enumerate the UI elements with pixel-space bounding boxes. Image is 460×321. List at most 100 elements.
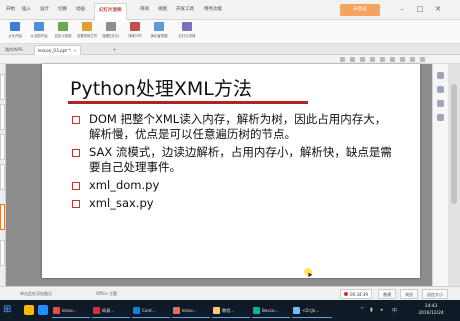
tab-special[interactable]: 特色功能 [204,6,222,12]
rehearse-timing-button[interactable]: 排练计时 [124,22,146,42]
taskbar-item[interactable]: 教程... [212,303,250,318]
doc-tab-lesson[interactable]: lesson_03.ppt * ✕ [34,45,81,55]
tray-chevron-icon[interactable]: ^ [360,307,364,313]
slide-thumbnail[interactable] [0,74,5,100]
slide-thumbnail[interactable] [0,164,5,190]
app-icon [253,307,260,314]
close-icon[interactable]: ✕ [432,4,444,15]
tab-transition[interactable]: 切换 [58,6,67,12]
quick-tool-icon[interactable] [380,57,385,62]
system-clock[interactable]: 14:43 2016/12/24 [414,303,448,317]
settings-icon [82,22,92,31]
fit-size-button[interactable]: 适应大小 [422,289,448,299]
file-explorer-icon[interactable] [24,305,34,315]
side-tool-icon[interactable] [437,86,444,93]
tab-animation[interactable]: 动画 [76,6,85,12]
square-bullet-icon [72,200,80,208]
quick-tool-icon[interactable] [410,57,415,62]
quick-tool-icon[interactable] [370,57,375,62]
tab-insert[interactable]: 插入 [22,6,31,12]
minimize-icon[interactable]: – [396,4,408,15]
volume-icon[interactable]: ◂ [380,307,383,313]
tool-label: 演示者视图 [150,34,168,38]
taskbar-item[interactable]: Cont... [132,303,170,318]
bullet-item[interactable]: xml_dom.py [72,178,392,193]
vertical-scrollbar[interactable] [448,64,460,286]
task-label: 网易... [102,308,115,313]
doc-tab-mywps[interactable]: 我的WPS [2,45,26,55]
app-icon [133,307,140,314]
slide-thumbnail[interactable] [0,104,5,130]
app-icon [173,307,180,314]
normal-view-button[interactable]: 普通 [378,289,396,299]
setup-show-button[interactable]: 设置放映方式 [76,22,98,42]
taskbar-item[interactable]: 网易... [92,303,130,318]
side-tool-icon[interactable] [437,72,444,79]
quick-tool-icon[interactable] [360,57,365,62]
app-icon [53,307,60,314]
taskbar-item[interactable]: Becco... [252,303,290,318]
tool-label: 幻灯片切换 [178,34,196,38]
custom-show-button[interactable]: 自定义放映 [52,22,74,42]
scrollbar-thumb[interactable] [451,84,457,204]
slide-title[interactable]: Python处理XML方法 [70,74,252,101]
bullet-item[interactable]: SAX 流模式，边读边解析，占用内存小，解析快，缺点是需要自己处理事件。 [72,145,392,175]
tab-review[interactable]: 审阅 [140,6,149,12]
doc-tab-label: 我的WPS [5,47,23,52]
transition-icon [182,22,192,31]
close-tab-icon[interactable]: ✕ [73,48,77,53]
record-icon [344,292,348,296]
browser-icon[interactable] [38,305,48,315]
quick-tool-icon[interactable] [400,57,405,62]
play-icon [10,22,20,31]
slide-thumbnail-panel[interactable] [0,64,6,286]
taskbar-item[interactable]: lesso... [172,303,210,318]
tool-label: 排练计时 [128,34,142,38]
mouse-pointer-icon: ➤ [307,271,313,279]
ime-icon[interactable]: 中 [392,307,397,314]
quick-tool-icon[interactable] [390,57,395,62]
document-tab-bar: 我的WPS lesson_03.ppt * ✕ + [0,44,460,55]
play-from-current-button[interactable]: 从当前开始 [28,22,50,42]
slide-thumbnail-selected[interactable] [0,204,5,230]
tab-slideshow[interactable]: 幻灯片放映 [94,3,127,20]
play-from-start-button[interactable]: 从头开始 [4,22,26,42]
network-icon[interactable]: ▮ [370,307,373,313]
side-tool-icon[interactable] [437,100,444,107]
new-tab-icon[interactable]: + [110,45,120,55]
bullet-item[interactable]: DOM 把整个XML读入内存，解析为树，因此占用内存大，解析慢，优点是可以任意遍… [72,112,392,142]
app-icon [213,307,220,314]
bullet-item[interactable]: xml_sax.py [72,196,392,211]
tab-developer[interactable]: 开发工具 [176,6,194,12]
clock-icon [130,22,140,31]
slide-canvas[interactable]: Python处理XML方法 DOM 把整个XML读入内存，解析为树，因此占用内存… [42,64,420,279]
tool-label: 设置放映方式 [76,34,98,38]
quick-tool-icon[interactable] [340,57,345,62]
quick-tool-icon[interactable] [350,57,355,62]
slide-thumbnail[interactable] [0,240,5,266]
bullet-list[interactable]: DOM 把整个XML读入内存，解析为树，因此占用内存大，解析慢，优点是可以任意遍… [72,112,392,214]
tab-design[interactable]: 设计 [40,6,49,12]
hide-slide-button[interactable]: 隐藏幻灯片 [100,22,122,42]
side-tool-icon[interactable] [437,114,444,121]
windows-start-icon[interactable]: ⊞ [3,305,11,315]
presenter-view-button[interactable]: 演示者视图 [148,22,170,42]
sorter-view-button[interactable]: 浏览 [400,289,418,299]
maximize-icon[interactable]: □ [414,4,426,15]
tab-view[interactable]: 视图 [158,6,167,12]
taskbar-item[interactable]: <D:\Je... [292,303,332,318]
tab-home[interactable]: 开始 [6,6,15,12]
square-bullet-icon [72,149,80,157]
notes-hint[interactable]: 单击此处添加备注 [20,291,52,297]
taskbar-item[interactable]: lesso... [52,303,90,318]
clock-date: 2016/12/24 [418,311,444,316]
signin-button[interactable]: 未登录 [340,4,380,16]
clock-time: 14:43 [424,304,438,309]
presenter-icon [154,22,164,31]
quick-tool-icon[interactable] [420,57,425,62]
slide-thumbnail[interactable] [0,134,5,160]
tool-label: 自定义放映 [54,34,72,38]
theme-name: Office 主题 [96,291,117,296]
task-label: <D:\Je... [302,308,320,313]
slide-transition-button[interactable]: 幻灯片切换 [176,22,198,42]
